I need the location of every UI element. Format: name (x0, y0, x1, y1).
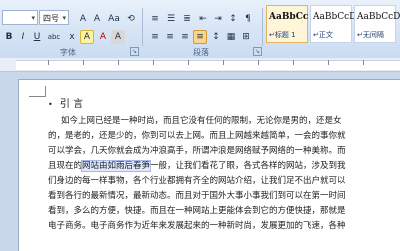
paragraph-line: 看到各行的最新情况，最新动态。而且对于国外大事小事我们到可以在第一时间 (48, 191, 346, 201)
highlighted-text: 网站由如雨后春笋 (81, 160, 152, 172)
heading-text: 引 言 (59, 99, 84, 110)
paragraph-line: 如今上网已经是一种时尚，而且它没有任何的限制，无论你是男的，还是女 (61, 116, 342, 126)
ruler-tick (223, 60, 224, 65)
line-spacing-button[interactable]: ↕ (209, 30, 223, 44)
change-case-button[interactable]: Aa (105, 12, 123, 26)
paragraph-line: 电子商务。电子商务作为近年来发展起来的一种新时尚，发展更加的飞速，各种 (48, 221, 346, 231)
clear-format-button[interactable]: ⟲ (124, 12, 138, 26)
font-name-select[interactable] (2, 10, 38, 26)
style-name: ↵正文 (313, 31, 333, 39)
style-normal[interactable]: AaBbCcD ↵正文 (310, 5, 356, 43)
show-marks-button[interactable]: ¶ (241, 12, 255, 26)
numbering-button[interactable]: ☰ (164, 12, 178, 26)
font-size-select[interactable]: 四号 (39, 10, 69, 26)
bold-button[interactable]: B (2, 30, 16, 44)
borders-button[interactable]: ⊞ (239, 30, 253, 44)
style-name: ↵无间隔 (357, 31, 384, 39)
style-heading-1[interactable]: AaBbCc ↵标题 1 (266, 5, 308, 43)
ruler-tick (83, 60, 84, 65)
sort-button[interactable]: ↕ (226, 12, 240, 26)
shrink-font-button[interactable]: A (90, 12, 104, 26)
align-right-button[interactable]: ≡ (178, 30, 192, 44)
paragraph-dialog-launcher[interactable]: ↘ (253, 47, 262, 56)
subscript-button[interactable]: x (65, 30, 79, 44)
underline-button[interactable]: U (30, 30, 44, 44)
ruler-tick (153, 60, 154, 65)
paragraph-line-with-highlight: 且现在的网站由如雨后春笋一般，让我们看花了眼，各式各样的网站，涉及到我 (48, 159, 393, 174)
ruler-tick (363, 60, 364, 65)
bullets-button[interactable]: ≡ (148, 12, 162, 26)
align-center-button[interactable]: ≡ (163, 30, 177, 44)
heading-bullet-icon: • (48, 100, 53, 109)
font-group-label: 字体 (60, 48, 76, 57)
margin-corner-mark (29, 86, 46, 97)
font-dialog-launcher[interactable]: ↘ (130, 47, 139, 56)
highlight-color-button[interactable]: A (80, 30, 94, 44)
ruler-tick (118, 60, 119, 65)
shading-button[interactable]: ▦ (224, 30, 238, 44)
ruler-tick (328, 60, 329, 65)
strikethrough-button[interactable]: abc (44, 30, 64, 44)
paragraph-group-label: 段落 (193, 48, 209, 57)
grow-font-button[interactable]: A (76, 12, 90, 26)
character-shading-button[interactable]: A (111, 30, 125, 44)
ruler-tick (188, 60, 189, 65)
style-sample: AaBbCcD (313, 12, 357, 22)
section-heading: • 引 言 (48, 95, 83, 110)
multilevel-list-button[interactable]: ≣ (180, 12, 194, 26)
paragraph-line: 可以学会，几天你就会成为冲浪高手，所谓冲浪是网络赋予网络的一种美称。而 (48, 146, 346, 156)
paragraph-line: 看到，多么的方便，快捷。而且在一种网站上更能体会到它的方便快捷，那就是 (48, 206, 346, 216)
ruler-tick (258, 60, 259, 65)
style-sample: AaBbCcD (357, 12, 400, 22)
italic-button[interactable]: I (16, 30, 30, 44)
decrease-indent-button[interactable]: ⇤ (196, 12, 210, 26)
ribbon-separator (142, 8, 143, 46)
ruler-tick (48, 60, 49, 65)
font-color-button[interactable]: A (96, 30, 110, 44)
paragraph-line: 的，是老的，还是少的，你到可以去上网。而且上网越来越简单，一会的事你就 (48, 131, 346, 141)
text-before-highlight: 且现在的 (48, 161, 83, 171)
text-after-highlight: 一般，让我们看花了眼，各式各样的网站，涉及到我 (150, 161, 346, 171)
style-sample: AaBbCc (269, 12, 309, 22)
ribbon-separator (262, 8, 263, 46)
paragraph-line: 们身边的每一样事物，各个行业都拥有齐全的网站介绍，让我们足不出户就可以 (48, 176, 346, 186)
ruler-track (16, 60, 400, 70)
ruler[interactable] (0, 58, 400, 72)
style-no-spacing[interactable]: AaBbCcD ↵无间隔 (354, 5, 400, 43)
ribbon: 四号 A A Aa ⟲ B I U abc x A A A 字体 ↘ ≡ ☰ ≣… (0, 0, 400, 59)
style-name: ↵标题 1 (269, 31, 296, 39)
quick-styles-gallery[interactable]: AaBbCc ↵标题 1 AaBbCcD ↵正文 AaBbCcD ↵无间隔 (266, 5, 400, 45)
document-page[interactable]: • 引 言 如今上网已经是一种时尚，而且它没有任何的限制，无论你是男的，还是女 … (18, 79, 400, 251)
justify-button[interactable]: ≡ (193, 30, 207, 44)
ruler-tick (293, 60, 294, 65)
increase-indent-button[interactable]: ⇥ (211, 12, 225, 26)
align-left-button[interactable]: ≡ (148, 30, 162, 44)
